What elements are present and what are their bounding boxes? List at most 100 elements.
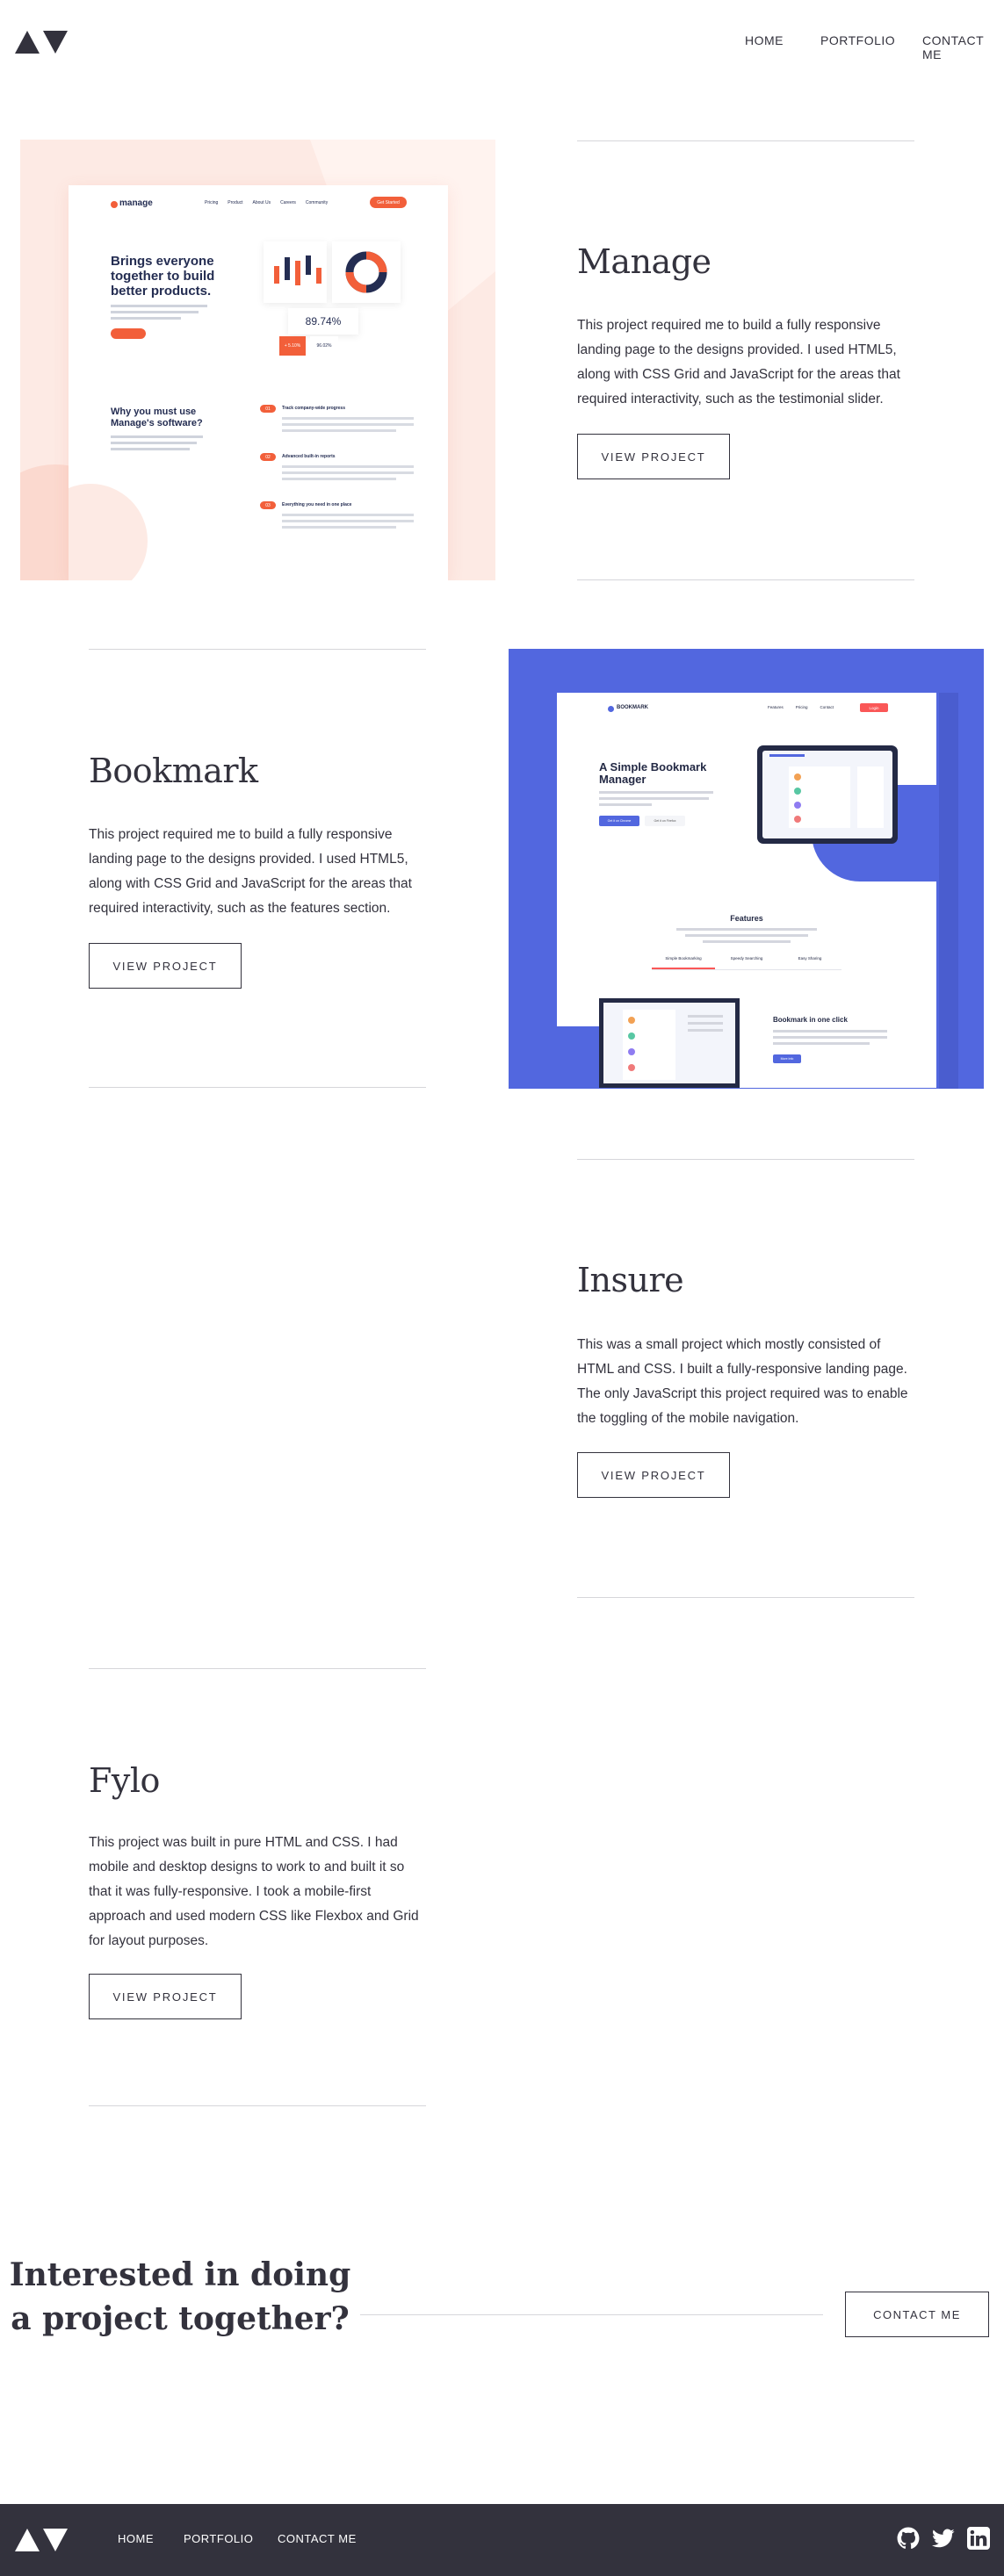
bookmark-text-line [599, 791, 713, 794]
manage-hero-button [111, 328, 146, 339]
manage-preview-nav: Pricing Product About Us Careers Communi… [205, 200, 328, 205]
bookmark-chrome-button: Get it on Chrome [599, 816, 639, 826]
bookmark-panel-graphic [599, 998, 740, 1088]
bookmark-nav-item: Contact [820, 705, 834, 709]
bookmark-panel-title: Bookmark in one click [773, 1016, 848, 1024]
bookmark-headline: A Simple Bookmark Manager [599, 760, 707, 786]
view-project-button-bookmark[interactable]: VIEW PROJECT [89, 943, 242, 989]
bookmark-text-line [773, 1036, 887, 1039]
manage-thumbnail: manage Pricing Product About Us Careers … [20, 140, 495, 580]
nav-home-link[interactable]: HOME [745, 33, 784, 47]
bookmark-text-line [676, 928, 817, 931]
github-icon[interactable] [897, 2527, 920, 2550]
manage-text-line [111, 317, 181, 320]
manage-donut-chart [332, 241, 401, 303]
feature-number: 01 [260, 405, 276, 413]
bookmark-text-line [773, 1030, 887, 1033]
bookmark-panel-button: More Info [773, 1054, 801, 1063]
footer-logo-icon[interactable] [15, 2527, 68, 2553]
manage-bar-chart [264, 241, 327, 303]
manage-text-line [111, 448, 190, 450]
nav-contact-link[interactable]: CONTACT ME [922, 33, 1004, 61]
bookmark-logo-text: BOOKMARK [617, 705, 648, 710]
manage-small-stat: 96.02% [310, 336, 338, 356]
bar-chart-graphic [274, 255, 321, 285]
manage-logo-icon [111, 201, 118, 208]
view-project-button-manage[interactable]: VIEW PROJECT [577, 434, 730, 479]
bookmark-tab: Easy Sharing [798, 956, 822, 961]
footer-contact-link[interactable]: CONTACT ME [278, 2532, 357, 2545]
bookmark-nav-item: Features [768, 705, 784, 709]
bookmark-text-line [599, 803, 652, 806]
bookmark-login-button: Login [860, 703, 888, 712]
footer-portfolio-link[interactable]: PORTFOLIO [184, 2532, 253, 2545]
bookmark-preview-nav: Features Pricing Contact [768, 705, 834, 709]
view-project-button-insure[interactable]: VIEW PROJECT [577, 1452, 730, 1498]
bookmark-tab: Speedy Searching [730, 956, 763, 961]
bookmark-text-line [599, 797, 709, 800]
bookmark-text-line [685, 934, 808, 937]
bookmark-text-line [703, 940, 791, 943]
project-title-insure: Insure [577, 1261, 684, 1299]
manage-text-line [111, 442, 197, 444]
manage-logo-text: manage [119, 198, 153, 208]
divider [89, 1668, 426, 1669]
project-description-insure: This was a small project which mostly co… [577, 1337, 908, 1426]
bookmark-tablet-graphic [757, 745, 898, 844]
manage-stat-card: 89.74% [288, 308, 358, 335]
manage-nav-item: Pricing [205, 200, 219, 205]
project-description-bookmark: This project required me to build a full… [89, 827, 412, 916]
bookmark-text-line [773, 1042, 870, 1045]
divider [577, 1159, 914, 1160]
cta-title: Interested in doing a project together? [9, 2256, 351, 2337]
bookmark-logo-icon [608, 706, 614, 712]
footer: HOME PORTFOLIO CONTACT ME [0, 2504, 1004, 2576]
divider [89, 1087, 426, 1088]
project-description-manage: This project required me to build a full… [577, 318, 900, 407]
bookmark-nav-item: Pricing [795, 705, 808, 709]
manage-small-stat: + 5.10% [279, 336, 306, 356]
bookmark-tabs: Simple Bookmarking Speedy Searching Easy… [652, 956, 841, 970]
divider [577, 140, 914, 141]
bookmark-page-preview: BOOKMARK Features Pricing Contact Login … [557, 693, 936, 1088]
manage-text-line [111, 435, 203, 438]
logo-icon[interactable] [15, 29, 68, 55]
feature-number: 02 [260, 453, 276, 461]
linkedin-icon[interactable] [967, 2527, 990, 2550]
divider [577, 579, 914, 580]
cta-divider [360, 2314, 823, 2315]
feature-title: Track company-wide progress [282, 406, 345, 411]
manage-text-line [111, 311, 199, 313]
manage-text-line [111, 305, 207, 307]
manage-nav-item: About Us [252, 200, 271, 205]
manage-nav-item: Careers [280, 200, 296, 205]
bookmark-tab: Simple Bookmarking [652, 956, 715, 969]
manage-nav-item: Product [228, 200, 243, 205]
divider [89, 649, 426, 650]
project-title-fylo: Fylo [89, 1761, 160, 1800]
bookmark-firefox-button: Get it on Firefox [645, 816, 685, 826]
divider [577, 1597, 914, 1598]
contact-me-button[interactable]: CONTACT ME [845, 2292, 989, 2337]
feature-title: Everything you need in one place [282, 502, 352, 507]
divider [89, 2105, 426, 2106]
manage-headline: Brings everyone together to build better… [111, 254, 215, 299]
bookmark-thumbnail: BOOKMARK Features Pricing Contact Login … [509, 649, 984, 1089]
project-description-fylo: This project was built in pure HTML and … [89, 1835, 419, 1948]
project-title-manage: Manage [577, 242, 711, 281]
manage-decor-circle [69, 484, 148, 580]
feature-title: Advanced built-in reports [282, 454, 336, 459]
bookmark-features-title: Features [730, 914, 763, 923]
feature-number: 03 [260, 501, 276, 509]
bookmark-bg-strip [939, 693, 958, 1089]
twitter-icon[interactable] [932, 2527, 955, 2550]
footer-home-link[interactable]: HOME [118, 2532, 154, 2545]
manage-page-preview: manage Pricing Product About Us Careers … [69, 185, 448, 580]
nav-portfolio-link[interactable]: PORTFOLIO [820, 33, 895, 47]
manage-nav-item: Community [305, 200, 329, 205]
manage-cta-button: Get Started [370, 197, 407, 208]
view-project-button-fylo[interactable]: VIEW PROJECT [89, 1974, 242, 2019]
manage-subhead: Why you must use Manage's software? [111, 407, 203, 428]
donut-chart-graphic [345, 251, 387, 293]
project-title-bookmark: Bookmark [89, 752, 258, 790]
